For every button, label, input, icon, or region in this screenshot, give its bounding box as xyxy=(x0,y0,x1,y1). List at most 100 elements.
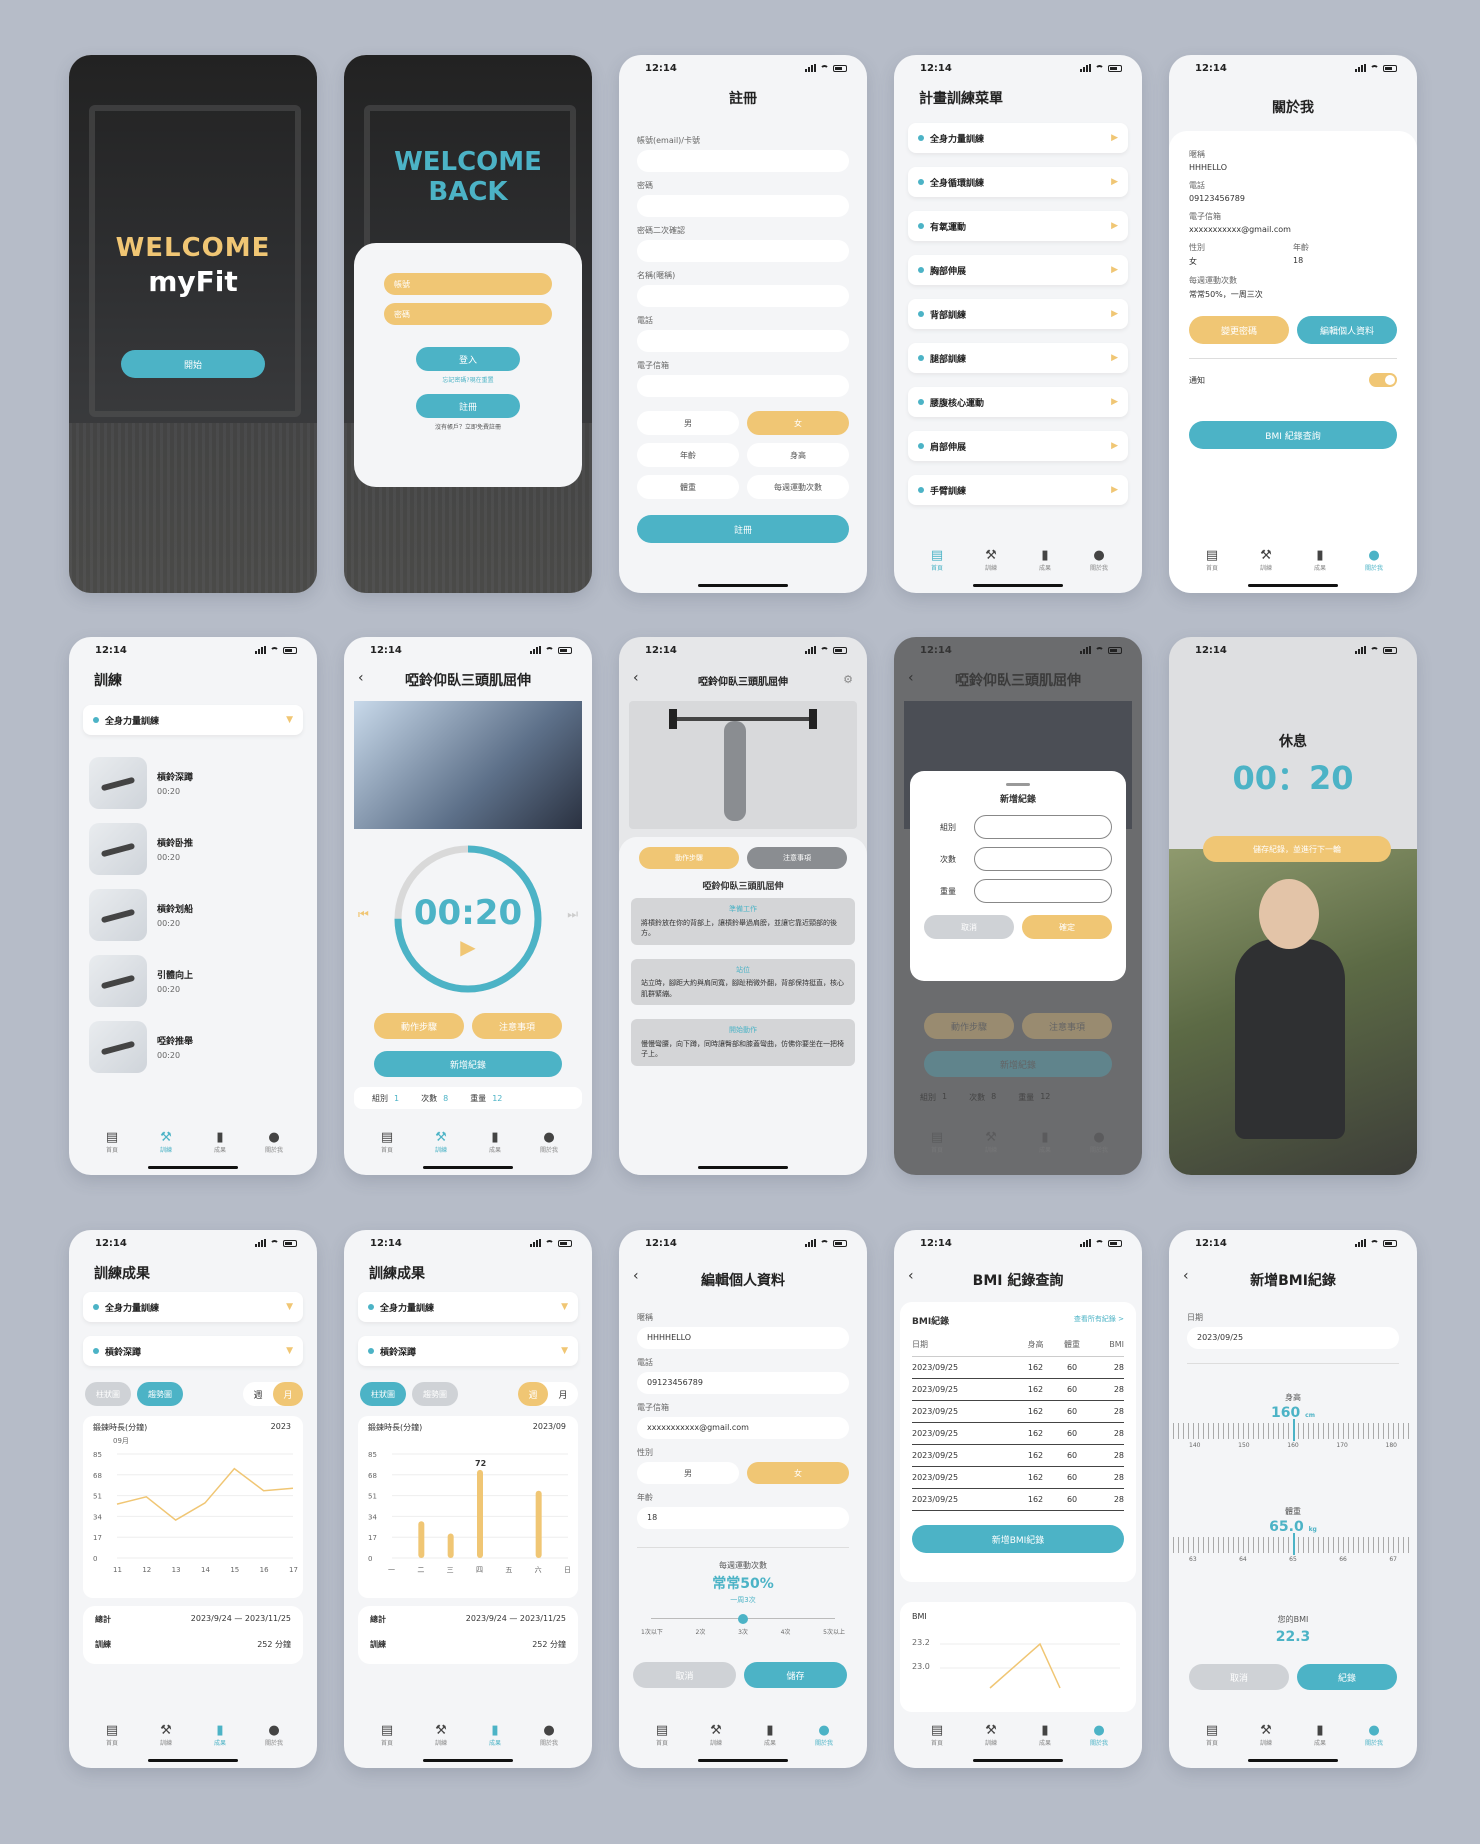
register-submit-button[interactable]: 註冊 xyxy=(637,515,849,543)
gender-female[interactable]: 女 xyxy=(747,1462,849,1484)
nav-results[interactable]: ▮ 成果 xyxy=(200,1722,240,1756)
gender-female[interactable]: 女 xyxy=(747,411,849,435)
nav-profile[interactable]: ● 關於我 xyxy=(529,1722,569,1756)
nav-home[interactable]: ▤ 首頁 xyxy=(917,1722,957,1756)
next-icon[interactable]: ⏭ xyxy=(567,907,578,922)
login-button[interactable]: 登入 xyxy=(416,347,520,371)
plan-item[interactable]: 全身力量訓練 ▶ xyxy=(908,123,1128,153)
nav-training[interactable]: ⚒ 訓練 xyxy=(1246,1722,1286,1756)
frequency-field[interactable]: 每週運動次數 xyxy=(747,475,849,499)
weight-input[interactable] xyxy=(974,879,1112,903)
nav-training[interactable]: ⚒ 訓練 xyxy=(971,547,1011,581)
plan-select[interactable]: 全身力量訓練 ▼ xyxy=(83,1292,303,1322)
nav-profile[interactable]: ● 關於我 xyxy=(1079,547,1119,581)
steps-button[interactable]: 動作步驟 xyxy=(374,1013,464,1039)
cancel-button[interactable]: 取消 xyxy=(633,1662,736,1688)
register-button[interactable]: 註冊 xyxy=(416,394,520,418)
nav-home[interactable]: ▤ 首頁 xyxy=(367,1129,407,1163)
nav-training[interactable]: ⚒ 訓練 xyxy=(971,1722,1011,1756)
tab-week[interactable]: 週 xyxy=(243,1382,273,1406)
password-confirm-field[interactable] xyxy=(637,240,849,262)
password-field[interactable] xyxy=(637,195,849,217)
bmi-history-button[interactable]: BMI 紀錄查詢 xyxy=(1189,421,1397,449)
nav-results[interactable]: ▮ 成果 xyxy=(200,1129,240,1163)
nav-results[interactable]: ▮ 成果 xyxy=(1300,1722,1340,1756)
confirm-button[interactable]: 確定 xyxy=(1022,915,1112,939)
notify-toggle[interactable] xyxy=(1369,373,1397,387)
email-field[interactable] xyxy=(637,150,849,172)
tab-month[interactable]: 月 xyxy=(273,1382,303,1406)
nav-profile[interactable]: ● 關於我 xyxy=(1354,547,1394,581)
height-picker[interactable]: 身高 160 cm 140 150 160 170 180 xyxy=(1169,1392,1417,1449)
nav-results[interactable]: ▮ 成果 xyxy=(1300,547,1340,581)
exercise-item[interactable]: 引體向上 00:20 xyxy=(89,955,297,1007)
plan-select[interactable]: 全身力量訓練 ▼ xyxy=(83,705,303,735)
forgot-link[interactable]: 忘記密碼?現在重置 xyxy=(384,375,552,384)
nav-profile[interactable]: ● 關於我 xyxy=(254,1722,294,1756)
view-all-link[interactable]: 查看所有紀錄 > xyxy=(1074,1314,1124,1327)
nav-training[interactable]: ⚒ 訓練 xyxy=(1246,547,1286,581)
prev-icon[interactable]: ⏮ xyxy=(358,907,369,922)
nickname-field[interactable]: HHHHELLO xyxy=(637,1327,849,1349)
cancel-button[interactable]: 取消 xyxy=(1189,1664,1289,1690)
nav-training[interactable]: ⚒ 訓練 xyxy=(421,1129,461,1163)
nav-results[interactable]: ▮ 成果 xyxy=(475,1722,515,1756)
nav-home[interactable]: ▤ 首頁 xyxy=(917,547,957,581)
gender-male[interactable]: 男 xyxy=(637,1462,739,1484)
notes-button[interactable]: 注意事項 xyxy=(472,1013,562,1039)
nav-home[interactable]: ▤ 首頁 xyxy=(642,1722,682,1756)
phone-field[interactable] xyxy=(637,330,849,352)
email-field[interactable]: xxxxxxxxxxx@gmail.com xyxy=(637,1417,849,1439)
save-next-button[interactable]: 儲存紀錄，並進行下一輪 xyxy=(1203,836,1391,862)
nav-home[interactable]: ▤ 首頁 xyxy=(1192,1722,1232,1756)
nav-training[interactable]: ⚒ 訓練 xyxy=(696,1722,736,1756)
exercise-item[interactable]: 啞鈴推舉 00:20 xyxy=(89,1021,297,1073)
nav-home[interactable]: ▤ 首頁 xyxy=(92,1129,132,1163)
tab-bar-chart[interactable]: 柱狀圖 xyxy=(360,1382,406,1406)
plan-item[interactable]: 腿部訓練 ▶ xyxy=(908,343,1128,373)
weight-field[interactable]: 體重 xyxy=(637,475,739,499)
nav-results[interactable]: ▮ 成果 xyxy=(1025,1722,1065,1756)
tab-trend-chart[interactable]: 趨勢圖 xyxy=(137,1382,183,1406)
nav-training[interactable]: ⚒ 訓練 xyxy=(421,1722,461,1756)
nav-home[interactable]: ▤ 首頁 xyxy=(367,1722,407,1756)
nav-results[interactable]: ▮ 成果 xyxy=(475,1129,515,1163)
exercise-item[interactable]: 槓鈴划船 00:20 xyxy=(89,889,297,941)
nav-profile[interactable]: ● 關於我 xyxy=(1354,1722,1394,1756)
tab-steps[interactable]: 動作步驟 xyxy=(639,847,739,869)
freq-slider[interactable] xyxy=(651,1613,835,1625)
tab-bar-chart[interactable]: 柱狀圖 xyxy=(85,1382,131,1406)
gender-male[interactable]: 男 xyxy=(637,411,739,435)
weight-picker[interactable]: 體重 65.0 kg 63 64 65 66 67 xyxy=(1169,1506,1417,1563)
sets-input[interactable] xyxy=(974,815,1112,839)
exercise-item[interactable]: 槓鈴卧推 00:20 xyxy=(89,823,297,875)
account-input[interactable]: 帳號 xyxy=(384,273,552,295)
nav-results[interactable]: ▮ 成果 xyxy=(1025,547,1065,581)
plan-item[interactable]: 有氧運動 ▶ xyxy=(908,211,1128,241)
plan-item[interactable]: 全身循環訓練 ▶ xyxy=(908,167,1128,197)
cancel-button[interactable]: 取消 xyxy=(924,915,1014,939)
password-input[interactable]: 密碼 xyxy=(384,303,552,325)
add-record-button[interactable]: 新增紀錄 xyxy=(374,1051,562,1077)
nav-results[interactable]: ▮ 成果 xyxy=(750,1722,790,1756)
nav-home[interactable]: ▤ 首頁 xyxy=(92,1722,132,1756)
tab-month[interactable]: 月 xyxy=(548,1382,578,1406)
exercise-item[interactable]: 槓鈴深蹲 00:20 xyxy=(89,757,297,809)
plan-select[interactable]: 全身力量訓練 ▼ xyxy=(358,1292,578,1322)
add-bmi-button[interactable]: 新增BMI紀錄 xyxy=(912,1525,1124,1553)
nav-training[interactable]: ⚒ 訓練 xyxy=(146,1722,186,1756)
exercise-select[interactable]: 槓鈴深蹲 ▼ xyxy=(358,1336,578,1366)
nav-profile[interactable]: ● 關於我 xyxy=(529,1129,569,1163)
nav-home[interactable]: ▤ 首頁 xyxy=(1192,547,1232,581)
date-field[interactable]: 2023/09/25 xyxy=(1187,1327,1399,1349)
tab-notes[interactable]: 注意事項 xyxy=(747,847,847,869)
nav-training[interactable]: ⚒ 訓練 xyxy=(146,1129,186,1163)
save-button[interactable]: 儲存 xyxy=(744,1662,847,1688)
age-field[interactable]: 年齡 xyxy=(637,443,739,467)
plan-item[interactable]: 手臂訓練 ▶ xyxy=(908,475,1128,505)
reps-input[interactable] xyxy=(974,847,1112,871)
plan-item[interactable]: 背部訓練 ▶ xyxy=(908,299,1128,329)
phone-field[interactable]: 09123456789 xyxy=(637,1372,849,1394)
mail-field[interactable] xyxy=(637,375,849,397)
settings-icon[interactable]: ⚙ xyxy=(843,673,853,686)
